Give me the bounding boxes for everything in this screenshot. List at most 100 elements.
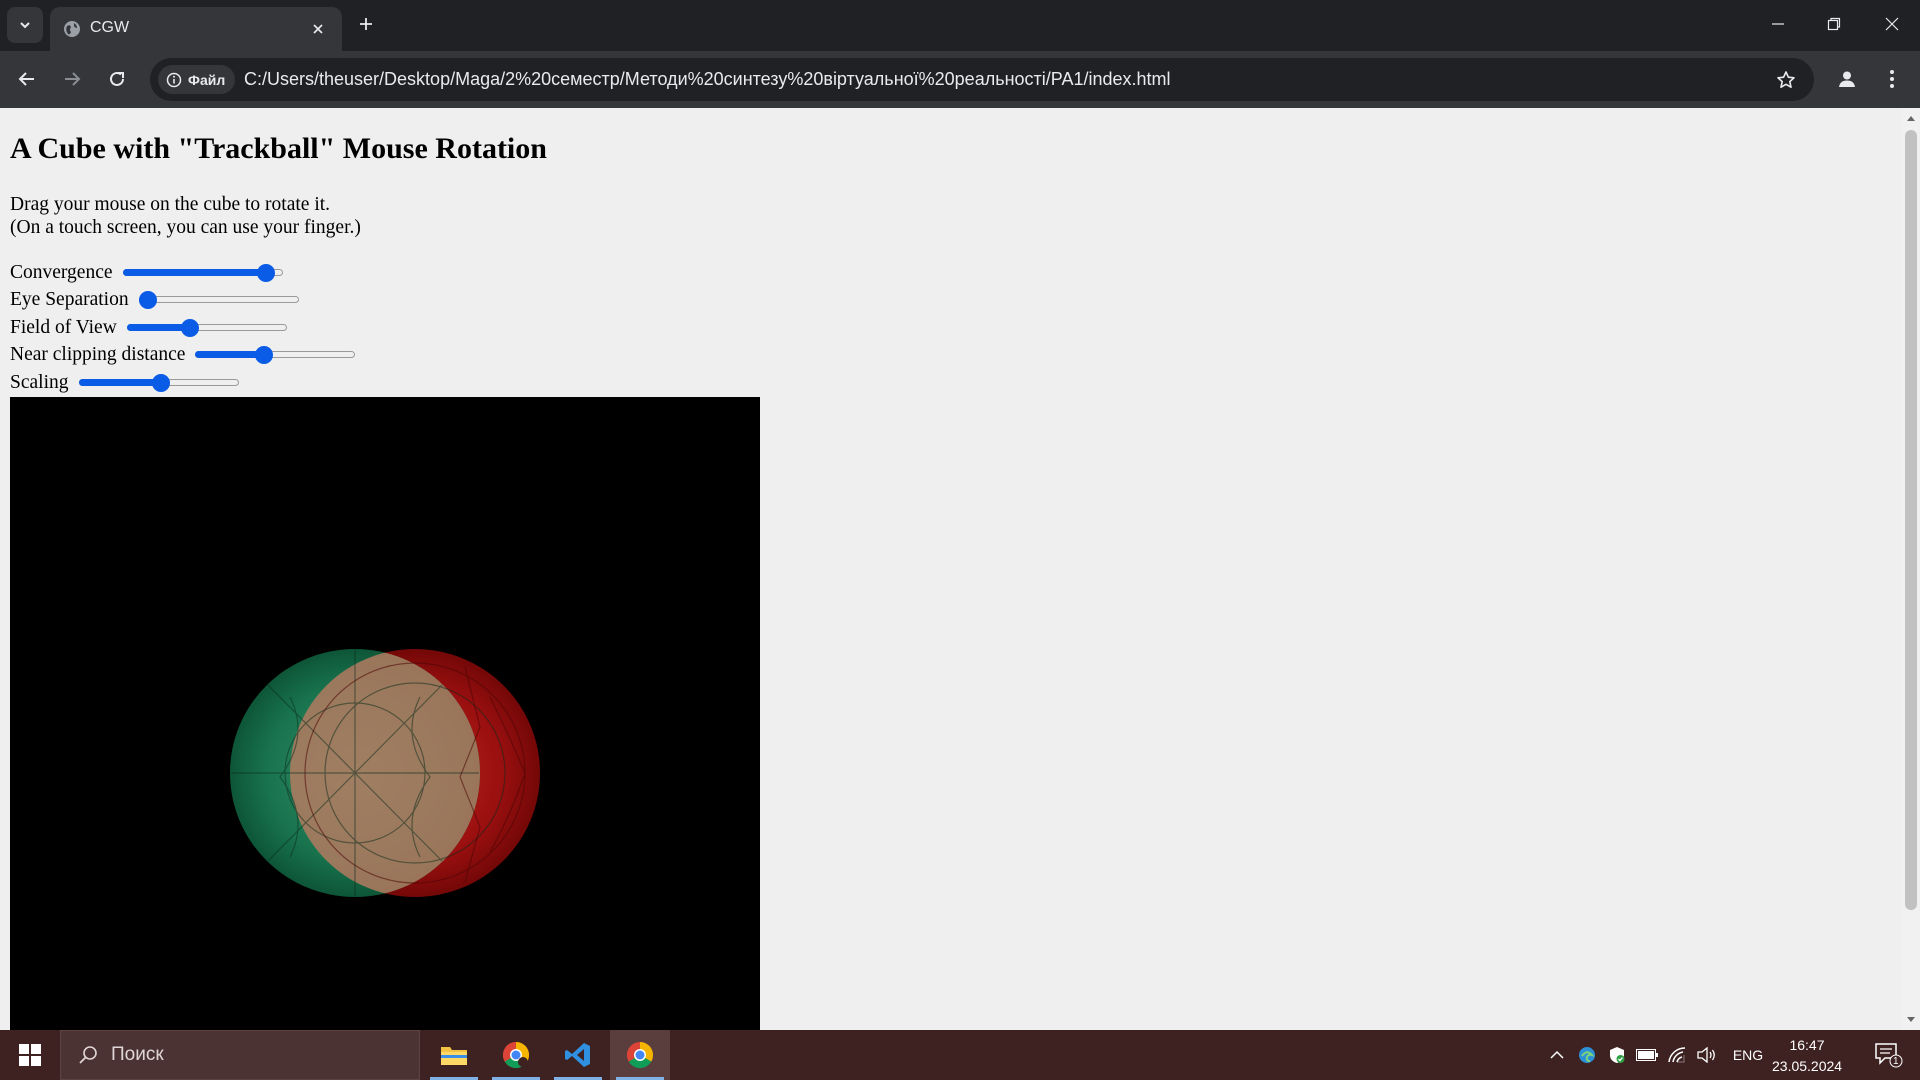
control-label: Convergence [10, 262, 113, 283]
browser-toolbar: Файл C:/Users/theuser/Desktop/Maga/2%20с… [0, 51, 1920, 108]
convergence-slider[interactable] [122, 260, 283, 286]
slider-thumb[interactable] [257, 264, 276, 282]
tray-volume-icon[interactable] [1694, 1030, 1720, 1080]
tab-title: CGW [90, 19, 130, 36]
taskbar-file-explorer[interactable] [424, 1030, 484, 1080]
chrome-icon [626, 1041, 654, 1069]
clock-time: 16:47 [1789, 1037, 1825, 1053]
slider-thumb[interactable] [152, 374, 171, 392]
slider-fill [78, 379, 162, 386]
anaglyph-scene [230, 649, 540, 897]
edge-icon [1579, 1047, 1595, 1063]
control-label: Field of View [10, 317, 117, 338]
back-button[interactable] [9, 61, 45, 97]
restore-button[interactable] [1806, 0, 1862, 48]
more-vertical-icon [1890, 70, 1894, 88]
restore-icon [1827, 17, 1841, 31]
notification-count: 1 [1893, 1056, 1899, 1067]
globe-icon [64, 21, 80, 37]
instruction-line: Drag your mouse on the cube to rotate it… [10, 194, 331, 215]
slider-thumb[interactable] [180, 319, 199, 337]
control-scaling: Scaling [10, 370, 239, 396]
slider-thumb[interactable] [138, 291, 157, 309]
near-clipping-slider[interactable] [195, 342, 356, 368]
slider-thumb[interactable] [255, 346, 274, 364]
bookmark-button[interactable] [1772, 66, 1800, 94]
folder-icon [441, 1047, 467, 1065]
volume-icon [1697, 1047, 1715, 1063]
minimize-icon [1772, 23, 1784, 25]
input-language[interactable]: ENG [1730, 1030, 1766, 1080]
webgl-canvas[interactable] [10, 397, 760, 1030]
profile-button[interactable] [1829, 61, 1865, 97]
field-of-view-slider[interactable] [126, 315, 287, 341]
site-info-label: Файл [188, 71, 226, 88]
start-button[interactable] [0, 1030, 60, 1080]
new-tab-button[interactable] [352, 10, 380, 38]
close-icon [1885, 17, 1899, 31]
url-text[interactable]: C:/Users/theuser/Desktop/Maga/2%20семест… [244, 69, 1171, 90]
tab-bar: CGW [0, 0, 1920, 51]
slider-fill [195, 351, 265, 358]
reload-icon [110, 71, 124, 86]
tab-close-button[interactable] [306, 17, 330, 41]
vscode-icon [565, 1043, 590, 1067]
scaling-slider[interactable] [78, 370, 239, 396]
tray-security-icon[interactable] [1604, 1030, 1630, 1080]
page-title: A Cube with "Trackball" Mouse Rotation [10, 132, 547, 165]
chevron-up-icon [1550, 1050, 1564, 1059]
close-window-button[interactable] [1864, 0, 1920, 48]
web-page: A Cube with "Trackball" Mouse Rotation D… [0, 108, 1902, 1030]
tray-network-icon[interactable] [1664, 1030, 1690, 1080]
windows-logo-icon [19, 1044, 41, 1066]
search-placeholder: Поиск [111, 1044, 164, 1065]
control-field-of-view: Field of View [10, 315, 287, 341]
chevron-down-icon [20, 22, 30, 29]
tray-battery-icon[interactable] [1634, 1030, 1660, 1080]
page-scrollbar[interactable] [1902, 108, 1920, 1030]
menu-button[interactable] [1874, 61, 1910, 97]
browser-tab[interactable]: CGW [50, 7, 342, 51]
instruction-line: (On a touch screen, you can use your fin… [10, 217, 361, 238]
shield-icon [1610, 1047, 1625, 1063]
control-eye-separation: Eye Separation [10, 287, 299, 313]
control-label: Near clipping distance [10, 344, 186, 365]
forward-button[interactable] [54, 61, 90, 97]
windows-taskbar: Поиск ENG 16:47 23.05.2024 1 [0, 1030, 1920, 1080]
notifications-button[interactable]: 1 [1866, 1030, 1910, 1080]
control-near-clipping: Near clipping distance [10, 342, 356, 368]
star-icon [1777, 71, 1795, 88]
taskbar-vscode[interactable] [548, 1030, 608, 1080]
control-label: Scaling [10, 372, 69, 393]
profile-icon [1839, 71, 1855, 87]
wifi-icon [1668, 1047, 1686, 1063]
address-bar[interactable]: Файл C:/Users/theuser/Desktop/Maga/2%20с… [150, 58, 1814, 101]
tab-search-button[interactable] [7, 7, 43, 43]
taskbar-chrome-profile[interactable] [486, 1030, 546, 1080]
taskbar-search[interactable]: Поиск [60, 1030, 420, 1080]
scroll-up-arrow[interactable] [1907, 116, 1915, 121]
slider-track [138, 296, 299, 303]
minimize-button[interactable] [1750, 0, 1806, 48]
tray-app-icon[interactable] [1574, 1030, 1600, 1080]
eye-separation-slider[interactable] [138, 287, 299, 313]
arrow-right-icon [65, 72, 81, 86]
plus-icon [360, 18, 372, 30]
reload-button[interactable] [99, 61, 135, 97]
arrow-left-icon [18, 72, 34, 86]
taskbar-chrome[interactable] [610, 1030, 670, 1080]
search-icon [79, 1046, 97, 1064]
clock-date: 23.05.2024 [1772, 1058, 1843, 1074]
taskbar-clock[interactable]: 16:47 23.05.2024 [1772, 1035, 1842, 1077]
info-icon [166, 72, 182, 87]
instructions: Drag your mouse on the cube to rotate it… [10, 193, 361, 239]
scrollbar-thumb[interactable] [1905, 130, 1917, 910]
control-convergence: Convergence [10, 260, 283, 286]
site-info-chip[interactable]: Файл [158, 65, 236, 94]
show-hidden-icons-button[interactable] [1544, 1030, 1570, 1080]
control-label: Eye Separation [10, 289, 129, 310]
battery-icon [1636, 1049, 1658, 1061]
scroll-down-arrow[interactable] [1907, 1017, 1915, 1022]
chrome-icon [502, 1041, 530, 1069]
slider-fill [122, 269, 267, 276]
